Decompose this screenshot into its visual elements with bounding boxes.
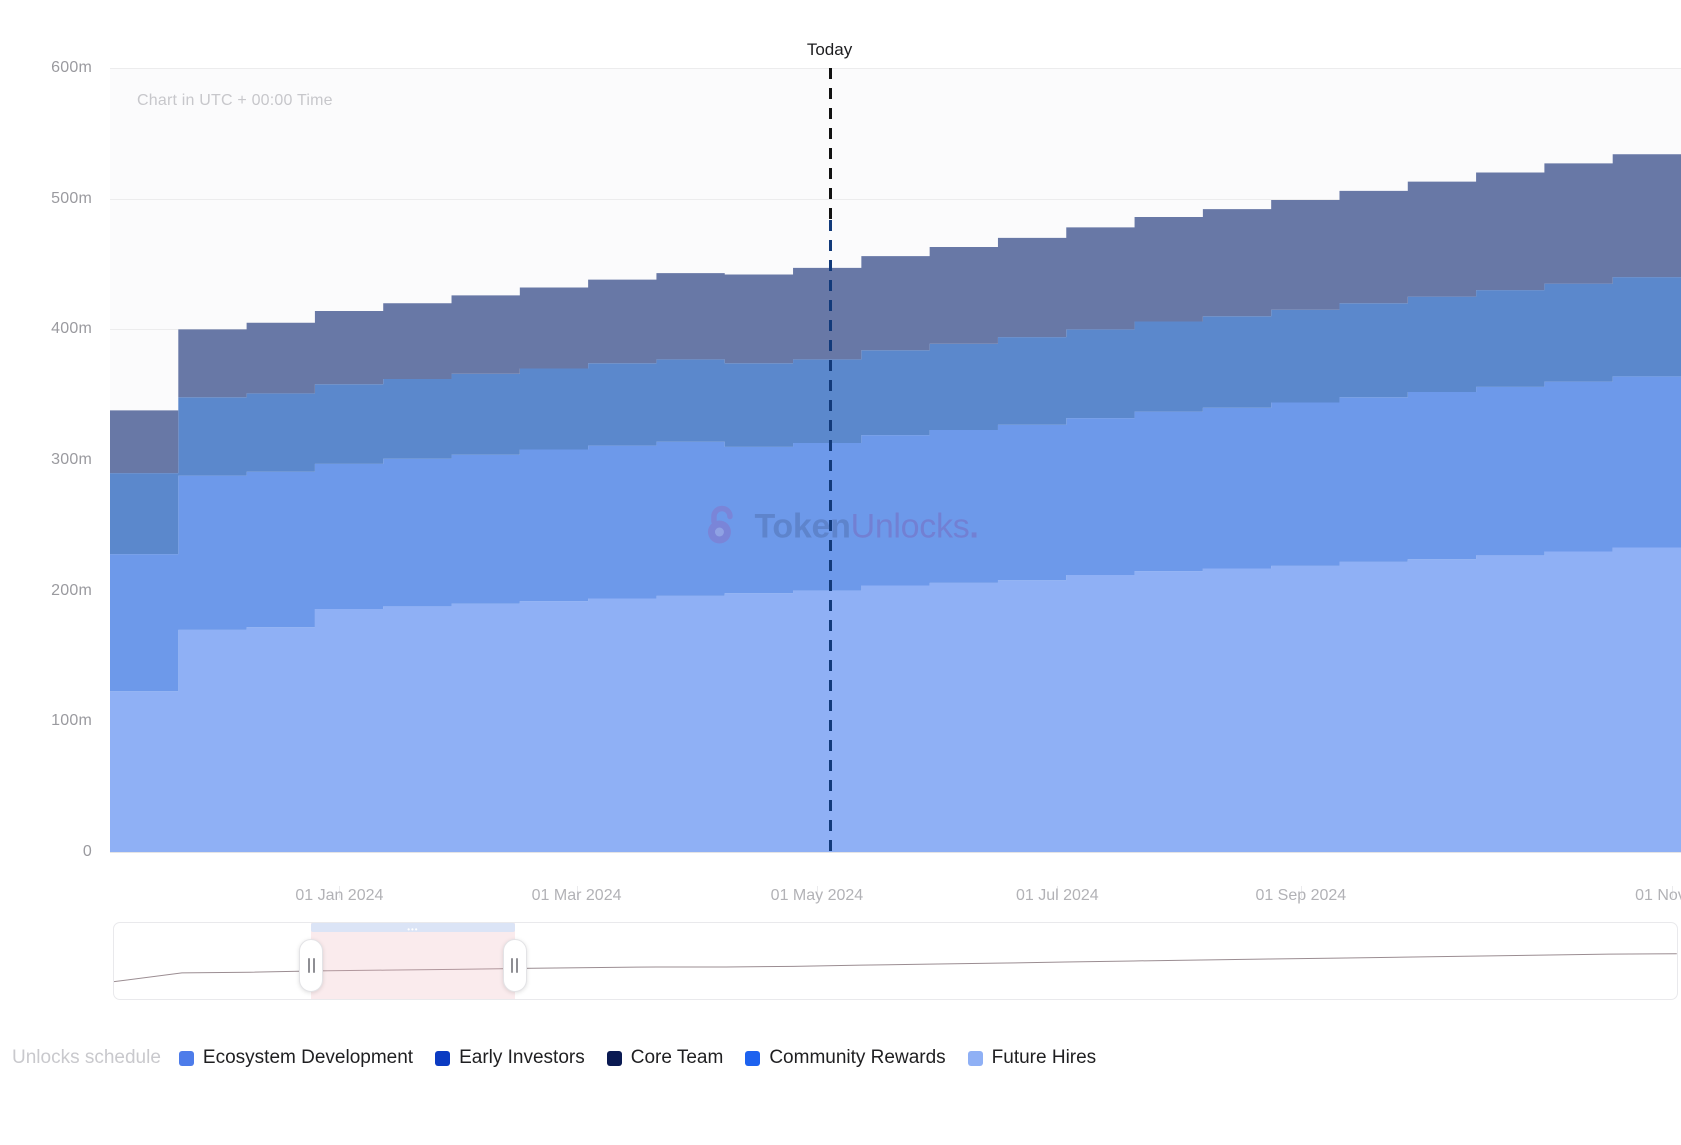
legend-swatch-icon — [178, 1050, 194, 1066]
legend-item-label: Core Team — [630, 1047, 724, 1068]
range-slider[interactable]: ••• — [113, 922, 1678, 1000]
y-axis-label: 200m — [51, 581, 92, 599]
unlock-schedule-chart: 0 100m 200m 300m 400m 500m 600m 01 Jan 2024 01 … — [0, 0, 1681, 1145]
legend-item-ecosystem-development[interactable]: Ecosystem Development — [178, 1047, 414, 1069]
x-axis-label: 01 Nov 20 — [1635, 887, 1681, 904]
legend-item-label: Early Investors — [459, 1047, 585, 1068]
legend-item-community-rewards[interactable]: Community Rewards — [745, 1047, 946, 1069]
legend-swatch-icon — [745, 1050, 761, 1066]
y-axis-label: 300m — [51, 451, 92, 468]
legend-swatch-icon — [606, 1050, 622, 1066]
brush-selection-region[interactable] — [311, 923, 515, 999]
x-axis-label: 01 Sep 2024 — [1255, 887, 1347, 904]
legend-item-label: Ecosystem Development — [202, 1047, 414, 1068]
brush-handle-right[interactable] — [502, 939, 527, 992]
x-axis-label: 01 May 2024 — [770, 887, 864, 904]
legend-swatch-icon — [967, 1050, 983, 1066]
x-axis-label: 01 Mar 2024 — [531, 887, 622, 904]
legend-item-label: Future Hires — [991, 1047, 1097, 1068]
x-axis-baseline — [110, 852, 1681, 853]
x-axis-label: 01 Jan 2024 — [295, 887, 384, 904]
y-axis-label: 100m — [51, 712, 92, 730]
y-axis-label: 400m — [51, 320, 92, 338]
today-marker-line-top — [828, 68, 832, 220]
legend-swatch-icon — [435, 1050, 451, 1066]
brush-drag-grip-icon: ••• — [407, 925, 419, 934]
today-label: Today — [806, 40, 853, 59]
y-axis-label: 0 — [82, 843, 92, 860]
brush-handle-left[interactable] — [299, 939, 324, 992]
y-axis-label: 600m — [51, 59, 92, 76]
legend-item-future-hires[interactable]: Future Hires — [967, 1047, 1097, 1069]
legend-item-core-team[interactable]: Core Team — [606, 1047, 724, 1069]
legend-item-label: Community Rewards — [769, 1047, 946, 1068]
legend-item-early-investors[interactable]: Early Investors — [435, 1047, 585, 1069]
today-marker-line — [828, 220, 832, 852]
utc-note: Chart in UTC + 00:00 Time — [137, 92, 333, 109]
y-axis-label: 500m — [51, 189, 92, 207]
x-axis-label: 01 Jul 2024 — [1015, 887, 1099, 904]
legend: Unlocks schedule Ecosystem Development Ea… — [12, 1038, 1681, 1078]
legend-title: Unlocks schedule — [12, 1047, 161, 1068]
stacked-area-series — [110, 150, 1681, 852]
